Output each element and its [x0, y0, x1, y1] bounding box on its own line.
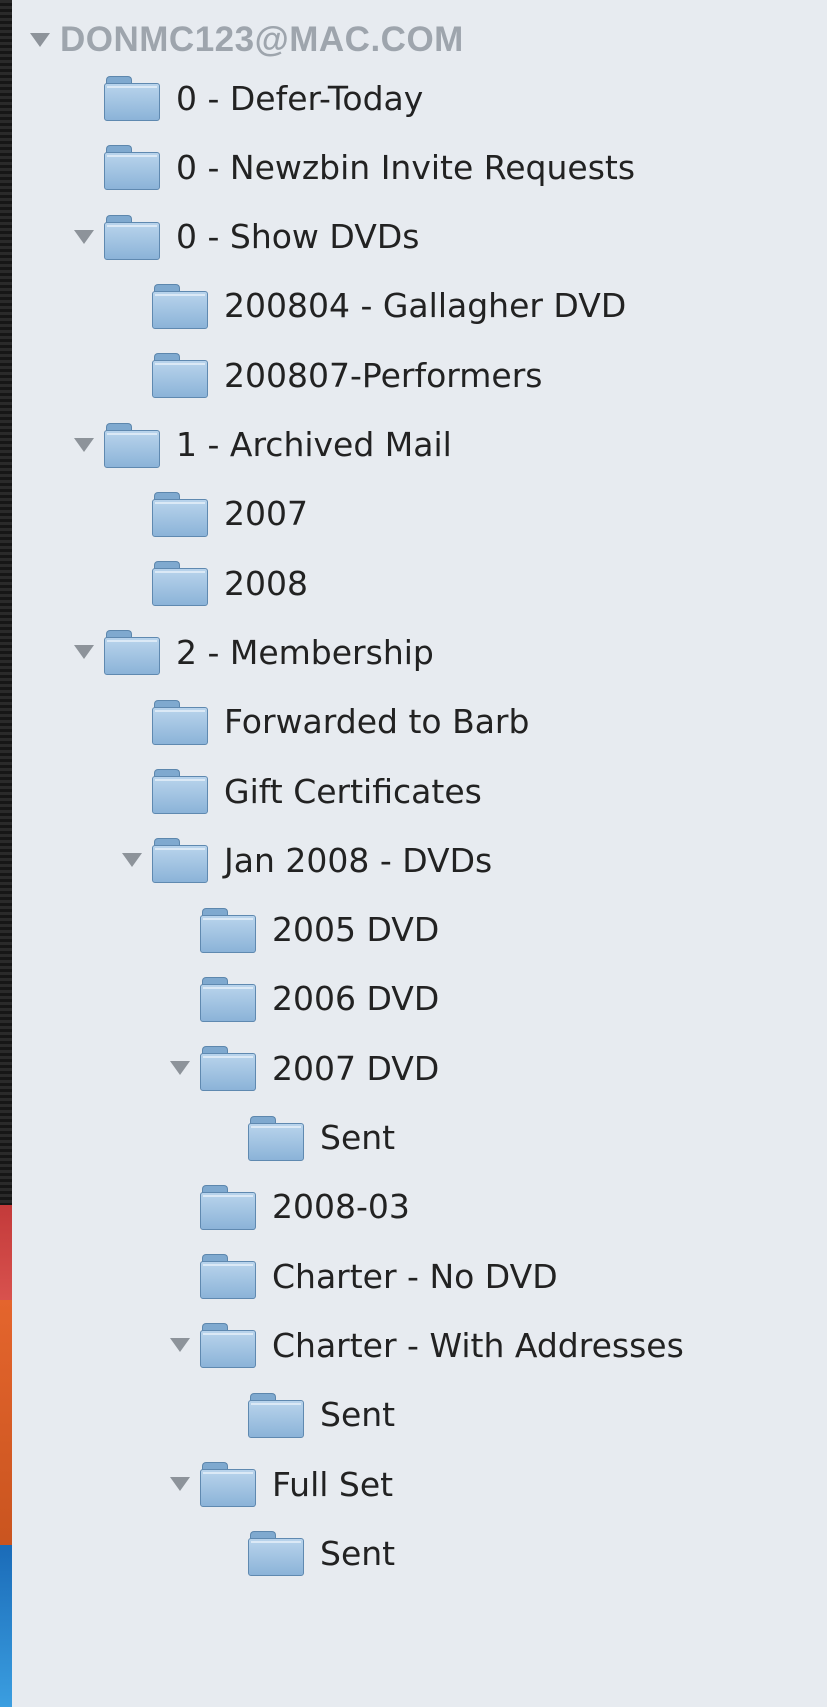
- mailbox-folder-row[interactable]: 200804 - Gallagher DVD: [112, 270, 626, 342]
- desktop-background-strip: [0, 0, 12, 1707]
- mailbox-folder-row[interactable]: 200807-Performers: [112, 339, 542, 411]
- disclosure-triangle-icon[interactable]: [122, 853, 142, 868]
- disclosure-triangle-icon[interactable]: [74, 437, 94, 452]
- mailbox-folder-row[interactable]: Charter - With Addresses: [160, 1309, 684, 1381]
- disclosure-triangle-icon[interactable]: [170, 1477, 190, 1491]
- folder-label: 2006 DVD: [272, 979, 440, 1019]
- mailbox-folder-row[interactable]: Sent: [208, 1517, 395, 1589]
- folder-icon: [200, 1462, 256, 1507]
- folder-icon: [104, 422, 160, 468]
- folder-label: 1 - Archived Mail: [176, 425, 452, 464]
- folder-icon: [248, 1531, 304, 1577]
- folder-icon: [104, 214, 160, 260]
- disclosure-slot[interactable]: [160, 1338, 200, 1353]
- screenshot-stage: DONMC123@MAC.COM 0 - Defer-Today 0 - Newz…: [0, 0, 827, 1707]
- folder-icon: [152, 769, 208, 814]
- folder-label: Full Set: [272, 1464, 394, 1504]
- desktop-wallpaper-red: [0, 1205, 12, 1305]
- folder-icon: [152, 699, 208, 745]
- folder-label: 2008-03: [272, 1187, 410, 1227]
- folder-icon: [152, 491, 208, 537]
- folder-label: 0 - Show DVDs: [176, 217, 420, 257]
- mailbox-sidebar: DONMC123@MAC.COM 0 - Defer-Today 0 - Newz…: [12, 0, 827, 1707]
- folder-icon: [248, 1115, 304, 1161]
- mailbox-folder-row[interactable]: 1 - Archived Mail: [64, 409, 452, 481]
- disclosure-slot[interactable]: [64, 229, 104, 244]
- disclosure-triangle-icon[interactable]: [74, 229, 94, 244]
- folder-icon: [200, 1184, 256, 1230]
- folder-label: Charter - No DVD: [272, 1256, 558, 1296]
- account-label: DONMC123@MAC.COM: [60, 20, 464, 59]
- folder-label: 2 - Membership: [176, 632, 434, 672]
- folder-label: 0 - Defer-Today: [176, 78, 424, 118]
- mailbox-folder-row[interactable]: 0 - Defer-Today: [64, 62, 423, 134]
- desktop-wallpaper-orange: [0, 1300, 12, 1550]
- folder-icon: [152, 353, 208, 399]
- folder-icon: [152, 283, 208, 329]
- mailbox-folder-row[interactable]: Charter - No DVD: [160, 1240, 558, 1312]
- account-disclosure-triangle-icon[interactable]: [30, 33, 50, 47]
- folder-icon: [200, 1323, 256, 1369]
- mailbox-folder-row[interactable]: 0 - Newzbin Invite Requests: [64, 131, 635, 203]
- folder-label: 200807-Performers: [224, 355, 543, 395]
- mailbox-folder-row[interactable]: 2 - Membership: [64, 616, 434, 688]
- desktop-wallpaper-blue: [0, 1545, 12, 1707]
- mailbox-folder-row[interactable]: Sent: [208, 1102, 395, 1174]
- folder-icon: [200, 1046, 256, 1092]
- disclosure-slot[interactable]: [160, 1061, 200, 1076]
- folder-icon: [248, 1392, 304, 1438]
- mailbox-folder-row[interactable]: 2007: [112, 478, 308, 550]
- folder-label: 2007 DVD: [272, 1048, 440, 1088]
- disclosure-triangle-icon[interactable]: [74, 645, 94, 660]
- folder-label: 0 - Newzbin Invite Requests: [176, 147, 636, 187]
- mailbox-folder-row[interactable]: Gift Certificates: [112, 755, 482, 827]
- disclosure-slot[interactable]: [112, 853, 152, 868]
- folder-icon: [152, 838, 208, 884]
- mailbox-folder-row[interactable]: Sent: [208, 1379, 395, 1451]
- mailbox-folder-row[interactable]: Full Set: [160, 1448, 393, 1520]
- folder-label: Charter - With Addresses: [272, 1325, 684, 1365]
- folder-label: Forwarded to Barb: [224, 702, 530, 742]
- mailbox-folder-row[interactable]: 2006 DVD: [160, 963, 439, 1035]
- folder-icon: [200, 976, 256, 1022]
- disclosure-triangle-icon[interactable]: [170, 1061, 190, 1076]
- folder-icon: [152, 561, 208, 607]
- disclosure-triangle-icon[interactable]: [170, 1338, 190, 1353]
- disclosure-slot[interactable]: [160, 1477, 200, 1491]
- folder-label: 2007: [224, 494, 308, 534]
- disclosure-slot[interactable]: [64, 645, 104, 660]
- folder-label: 2008: [224, 563, 308, 603]
- mailbox-folder-row[interactable]: Forwarded to Barb: [112, 686, 529, 758]
- folder-icon: [104, 630, 160, 676]
- folder-label: Sent: [320, 1533, 396, 1573]
- folder-label: 200804 - Gallagher DVD: [224, 286, 627, 326]
- folder-label: 2005 DVD: [272, 910, 440, 950]
- mailbox-folder-row[interactable]: 0 - Show DVDs: [64, 201, 419, 273]
- mailbox-folder-row[interactable]: 2005 DVD: [160, 894, 439, 966]
- folder-label: Sent: [320, 1118, 396, 1157]
- folder-label: Sent: [320, 1395, 396, 1435]
- account-header[interactable]: DONMC123@MAC.COM: [30, 10, 464, 70]
- mailbox-folder-row[interactable]: 2008: [112, 547, 308, 619]
- disclosure-slot[interactable]: [64, 437, 104, 452]
- mailbox-folder-row[interactable]: Jan 2008 - DVDs: [112, 824, 492, 896]
- mailbox-folder-row[interactable]: 2008-03: [160, 1171, 410, 1243]
- folder-icon: [104, 145, 160, 191]
- folder-icon: [200, 1254, 256, 1300]
- folder-icon: [200, 907, 256, 953]
- folder-label: Jan 2008 - DVDs: [224, 840, 493, 880]
- folder-label: Gift Certificates: [224, 771, 482, 811]
- mailbox-folder-row[interactable]: 2007 DVD: [160, 1032, 439, 1104]
- folder-icon: [104, 76, 160, 121]
